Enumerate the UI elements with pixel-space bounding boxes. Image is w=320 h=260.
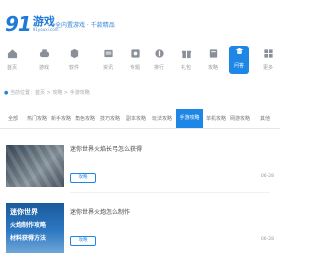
article-tag[interactable]: 攻略 <box>70 236 96 246</box>
nav-label: 排行 <box>153 65 164 71</box>
more-icon <box>263 48 274 59</box>
tab-all[interactable]: 全部 <box>2 112 24 126</box>
article-title[interactable]: 迷你世界火炮怎么制作 <box>70 207 130 216</box>
article-thumbnail[interactable]: 迷你世界 火炮制作攻略 材料获得方法 <box>6 203 64 253</box>
nav-item-gifts[interactable]: 礼包 <box>176 48 196 78</box>
news-icon <box>103 48 114 59</box>
nav-item-guides[interactable]: 攻略 <box>203 48 223 78</box>
main-nav: 首页 游戏 软件 资讯 专题 排行 礼包 攻略 问答 更多 <box>0 46 280 78</box>
tab-skill[interactable]: 技巧攻略 <box>98 112 122 126</box>
gift-icon <box>181 48 192 59</box>
topic-icon <box>130 48 141 59</box>
nav-item-more[interactable]: 更多 <box>258 48 278 78</box>
nav-label: 资讯 <box>102 65 113 71</box>
breadcrumb: ● 当前位置：首页 > 攻略 > 手游攻略 <box>4 89 90 96</box>
rank-icon <box>154 48 165 59</box>
logo-number: 91 <box>5 12 32 36</box>
nav-label: 问答 <box>233 63 244 69</box>
tab-role[interactable]: 角色攻略 <box>74 112 96 126</box>
nav-item-games[interactable]: 游戏 <box>34 48 54 78</box>
nav-item-topics[interactable]: 专题 <box>125 48 145 78</box>
list-item[interactable]: 迷你世界火炮怎么制作 攻略 06-28 <box>70 205 274 247</box>
tab-online[interactable]: 网游攻略 <box>229 112 251 126</box>
nav-item-news[interactable]: 资讯 <box>98 48 118 78</box>
article-date: 06-28 <box>260 237 274 242</box>
tab-dungeon[interactable]: 副本攻略 <box>124 112 148 126</box>
qa-icon <box>234 46 245 57</box>
nav-item-qa[interactable]: 问答 <box>229 46 249 74</box>
article-tag[interactable]: 攻略 <box>70 173 96 183</box>
nav-label: 游戏 <box>38 65 49 71</box>
thumbnail-caption: 迷你世界 <box>10 208 38 216</box>
list-item[interactable]: 迷你世界火焰长弓怎么获得 攻略 06-28 <box>70 142 274 184</box>
nav-item-apps[interactable]: 软件 <box>64 48 84 78</box>
gamepad-icon <box>39 48 50 59</box>
header: 91 游戏 91youxi.com 全内置游戏 · 千款精品 <box>0 0 280 40</box>
thumbnail-caption: 火炮制作攻略 <box>10 222 47 229</box>
article-thumbnail[interactable] <box>6 145 64 187</box>
nav-item-home[interactable]: 首页 <box>2 48 22 78</box>
logo[interactable]: 91 游戏 91youxi.com <box>5 12 59 36</box>
tab-newbie[interactable]: 新手攻略 <box>50 112 72 126</box>
location-icon: ● <box>4 90 9 96</box>
nav-label: 首页 <box>6 65 17 71</box>
tab-other[interactable]: 其他 <box>254 112 276 126</box>
article-date: 06-28 <box>260 174 274 179</box>
app-icon <box>69 48 80 59</box>
nav-label: 软件 <box>68 65 79 71</box>
tab-play[interactable]: 玩法攻略 <box>150 112 174 126</box>
breadcrumb-text: 当前位置：首页 > 攻略 > 手游攻略 <box>9 90 90 96</box>
thumbnail-caption: 材料获得方法 <box>10 235 47 242</box>
tab-mobile[interactable]: 手游攻略 <box>176 109 203 128</box>
nav-item-rank[interactable]: 排行 <box>149 48 169 78</box>
nav-label: 更多 <box>262 65 273 71</box>
divider <box>70 192 270 193</box>
article-title[interactable]: 迷你世界火焰长弓怎么获得 <box>70 144 142 153</box>
nav-label: 攻略 <box>207 65 218 71</box>
tab-hot[interactable]: 热门攻略 <box>26 112 48 126</box>
nav-label: 专题 <box>129 65 140 71</box>
tab-single[interactable]: 单机攻略 <box>205 112 227 126</box>
guide-icon <box>208 48 219 59</box>
category-tabs: 全部 热门攻略 新手攻略 角色攻略 技巧攻略 副本攻略 玩法攻略 手游攻略 单机… <box>0 108 280 129</box>
nav-label: 礼包 <box>180 65 191 71</box>
header-slogan: 全内置游戏 · 千款精品 <box>55 22 115 29</box>
home-icon <box>7 48 18 59</box>
